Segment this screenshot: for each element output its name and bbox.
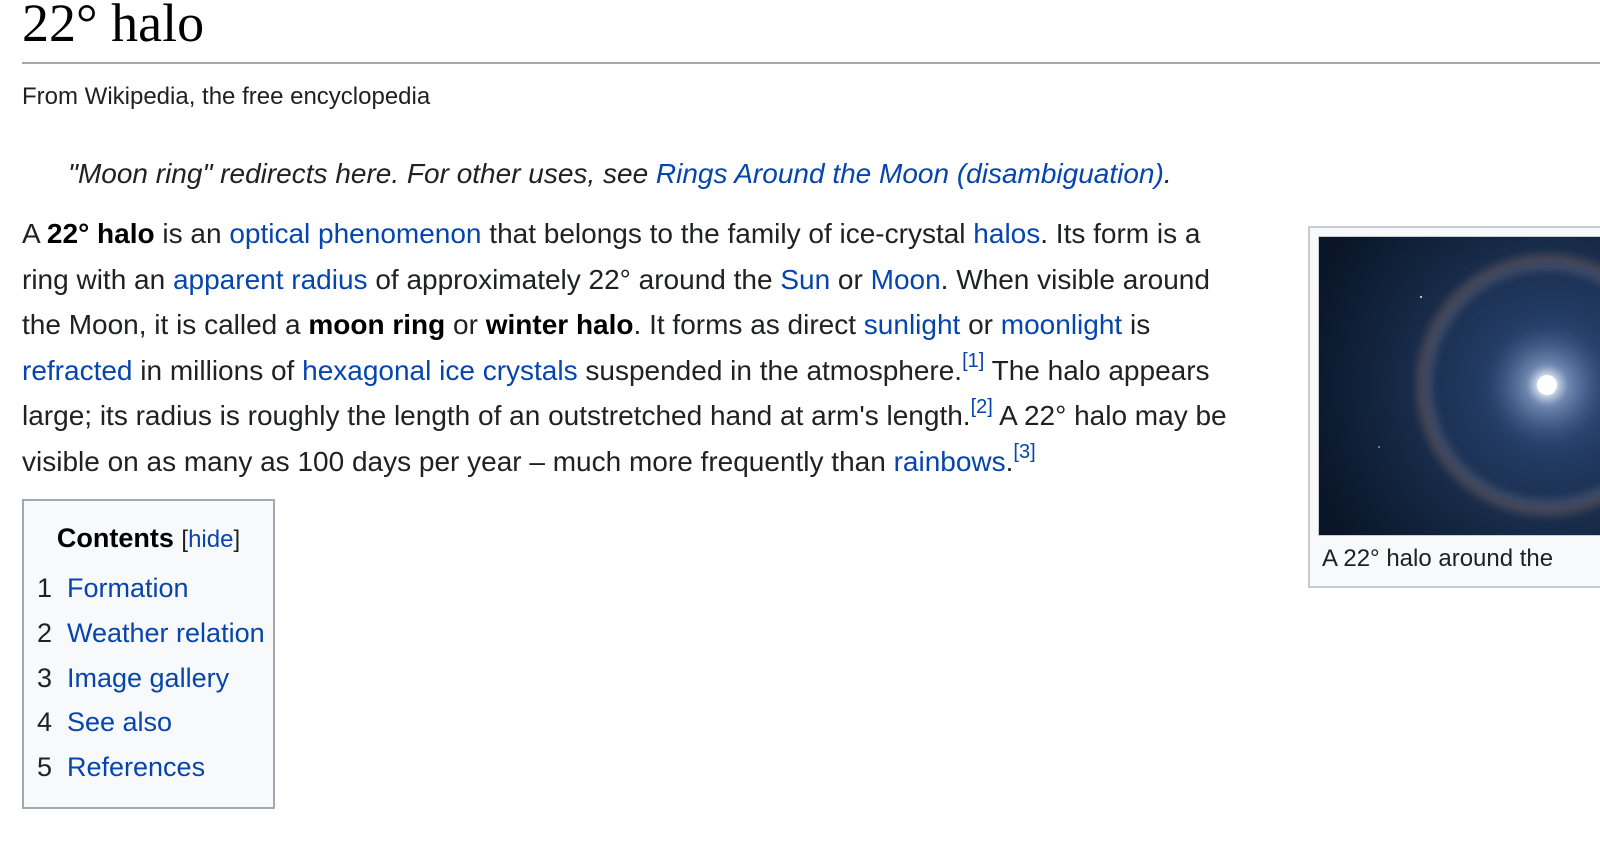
lead-text: that belongs to the family of ice-crysta… xyxy=(481,218,974,249)
lead-text: visible on as many as 100 days per year … xyxy=(22,445,894,477)
link-optical-phenomenon[interactable]: optical phenomenon xyxy=(229,218,481,249)
toc-item-see-also[interactable]: 4 See also xyxy=(37,705,265,750)
link-refracted[interactable]: refracted xyxy=(22,355,133,386)
citation-2[interactable]: [2] xyxy=(971,396,993,418)
term-winter-halo: winter halo xyxy=(485,309,634,340)
lead-text: or xyxy=(445,309,486,340)
lead-text: of approximately 22° around the xyxy=(367,263,781,295)
lead-text: or xyxy=(960,309,1001,340)
lead-text: the Moon, it is called a xyxy=(22,309,309,340)
lead-text: A xyxy=(22,218,47,249)
toc-item-image-gallery[interactable]: 3 Image gallery xyxy=(37,661,265,706)
toc-hide-toggle[interactable]: hide xyxy=(188,526,233,553)
table-of-contents: Contents [hide] 1 Formation 2 Weather rela… xyxy=(22,499,275,809)
thumb-caption: A 22° halo around the xyxy=(1322,545,1554,572)
disambiguation-link[interactable]: Rings Around the Moon (disambiguation) xyxy=(656,158,1164,189)
halo-photo xyxy=(1319,237,1600,535)
page-title: 22° halo xyxy=(22,0,205,53)
lead-line-5: large; its radius is roughly the length … xyxy=(22,393,1274,439)
link-hexagonal-ice-crystals[interactable]: hexagonal ice crystals xyxy=(302,355,577,386)
hatnote-text: "Moon ring" redirects here. For other us… xyxy=(68,158,656,189)
toc-title: Contents [hide] xyxy=(24,521,273,557)
toc-link-references[interactable]: References xyxy=(67,752,205,782)
lead-text: or xyxy=(830,263,871,295)
site-tagline: From Wikipedia, the free encyclopedia xyxy=(22,83,431,110)
lead-paragraph: A 22° halo is an optical phenomenon that… xyxy=(22,211,1274,484)
link-moonlight[interactable]: moonlight xyxy=(1001,309,1122,340)
term-22-halo: 22° halo xyxy=(46,218,155,249)
hatnote-end: . xyxy=(1163,158,1172,189)
link-halos[interactable]: halos xyxy=(973,218,1040,249)
lead-text: . When visible around xyxy=(940,263,1210,295)
lead-text: large; its radius is roughly the length … xyxy=(22,400,971,431)
lead-text: ring with an xyxy=(22,263,173,295)
toc-bracket-close: ] xyxy=(233,526,241,553)
toc-heading: Contents xyxy=(56,523,174,553)
lead-line-2: ring with an apparent radius of approxim… xyxy=(22,257,1274,303)
citation-3[interactable]: [3] xyxy=(1013,441,1035,463)
lead-text: suspended in the atmosphere. xyxy=(577,354,963,386)
lead-line-3: the Moon, it is called a moon ring or wi… xyxy=(22,302,1274,348)
lead-line-6: visible on as many as 100 days per year … xyxy=(22,439,1274,485)
citation-1[interactable]: [1] xyxy=(962,350,984,372)
toc-toggle-wrap: [hide] xyxy=(181,526,240,553)
lead-text: in millions of xyxy=(132,354,303,386)
toc-number: 3 xyxy=(37,662,53,693)
toc-item-references[interactable]: 5 References xyxy=(37,750,265,795)
lead-line-1: A 22° halo is an optical phenomenon that… xyxy=(22,211,1274,257)
toc-item-weather-relation[interactable]: 2 Weather relation xyxy=(37,616,265,661)
infobox-thumbnail: A 22° halo around the xyxy=(1308,226,1600,588)
title-divider xyxy=(22,62,1600,64)
lead-text: is xyxy=(1122,309,1151,340)
toc-number: 1 xyxy=(37,573,53,603)
lead-text: . It forms as direct xyxy=(633,309,864,340)
link-moon[interactable]: Moon xyxy=(871,264,941,295)
link-sunlight[interactable]: sunlight xyxy=(864,309,961,340)
toc-link-weather-relation[interactable]: Weather relation xyxy=(67,618,265,648)
halo-image[interactable] xyxy=(1318,236,1600,536)
toc-link-see-also[interactable]: See also xyxy=(67,707,172,737)
lead-text: . Its form is a xyxy=(1040,218,1201,249)
lead-line-4: refracted in millions of hexagonal ice c… xyxy=(22,348,1274,394)
hatnote: "Moon ring" redirects here. For other us… xyxy=(68,156,1172,192)
toc-item-formation[interactable]: 1 Formation xyxy=(37,571,265,616)
toc-link-formation[interactable]: Formation xyxy=(67,573,189,603)
toc-number: 4 xyxy=(37,707,53,738)
term-moon-ring: moon ring xyxy=(308,309,446,340)
toc-list: 1 Formation 2 Weather relation 3 Image gall… xyxy=(37,571,265,795)
toc-link-image-gallery[interactable]: Image gallery xyxy=(67,663,229,693)
toc-number: 2 xyxy=(37,617,53,648)
link-sun[interactable]: Sun xyxy=(780,264,830,295)
link-apparent-radius[interactable]: apparent radius xyxy=(173,264,368,295)
toc-number: 5 xyxy=(37,752,53,783)
lead-text: The halo appears xyxy=(984,354,1210,386)
lead-text: A 22° halo may be xyxy=(992,400,1227,431)
link-rainbows[interactable]: rainbows xyxy=(894,446,1006,477)
lead-text: is an xyxy=(154,218,230,249)
